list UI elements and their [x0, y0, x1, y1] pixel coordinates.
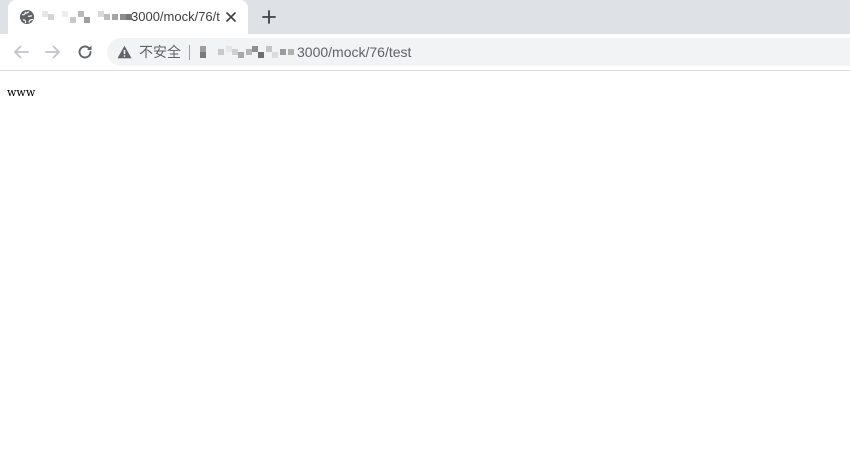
close-icon[interactable]: [222, 8, 240, 26]
tab-title-text: 3000/mock/76/t: [131, 9, 220, 24]
obscured-url-host-mosaic: [200, 46, 296, 58]
tab-strip: 3000/mock/76/t: [0, 0, 850, 34]
address-separator: [189, 45, 190, 60]
reload-button[interactable]: [73, 40, 97, 64]
reload-icon: [76, 43, 94, 61]
security-indicator[interactable]: 不安全: [117, 38, 181, 66]
obscured-host-mosaic: [42, 11, 132, 23]
plus-icon: [262, 10, 276, 24]
browser-tab-active[interactable]: 3000/mock/76/t: [8, 0, 248, 34]
back-button[interactable]: [9, 40, 33, 64]
browser-toolbar: 不安全 3000/mock/76/test: [0, 34, 850, 70]
warning-icon: [117, 45, 132, 59]
forward-button[interactable]: [41, 40, 65, 64]
url-path: 3000/mock/76/test: [297, 44, 412, 60]
tab-title: 3000/mock/76/t: [40, 0, 222, 34]
arrow-left-icon: [12, 43, 30, 61]
page-content: www: [0, 71, 850, 455]
globe-icon: [19, 9, 35, 25]
security-label: 不安全: [139, 45, 181, 61]
arrow-right-icon: [44, 43, 62, 61]
page-body-text: www: [7, 86, 36, 99]
address-bar[interactable]: 不安全 3000/mock/76/test: [107, 38, 850, 66]
new-tab-button[interactable]: [258, 6, 280, 28]
browser-window: 3000/mock/76/t 不安全 3000/mock/76/test www: [0, 0, 850, 455]
